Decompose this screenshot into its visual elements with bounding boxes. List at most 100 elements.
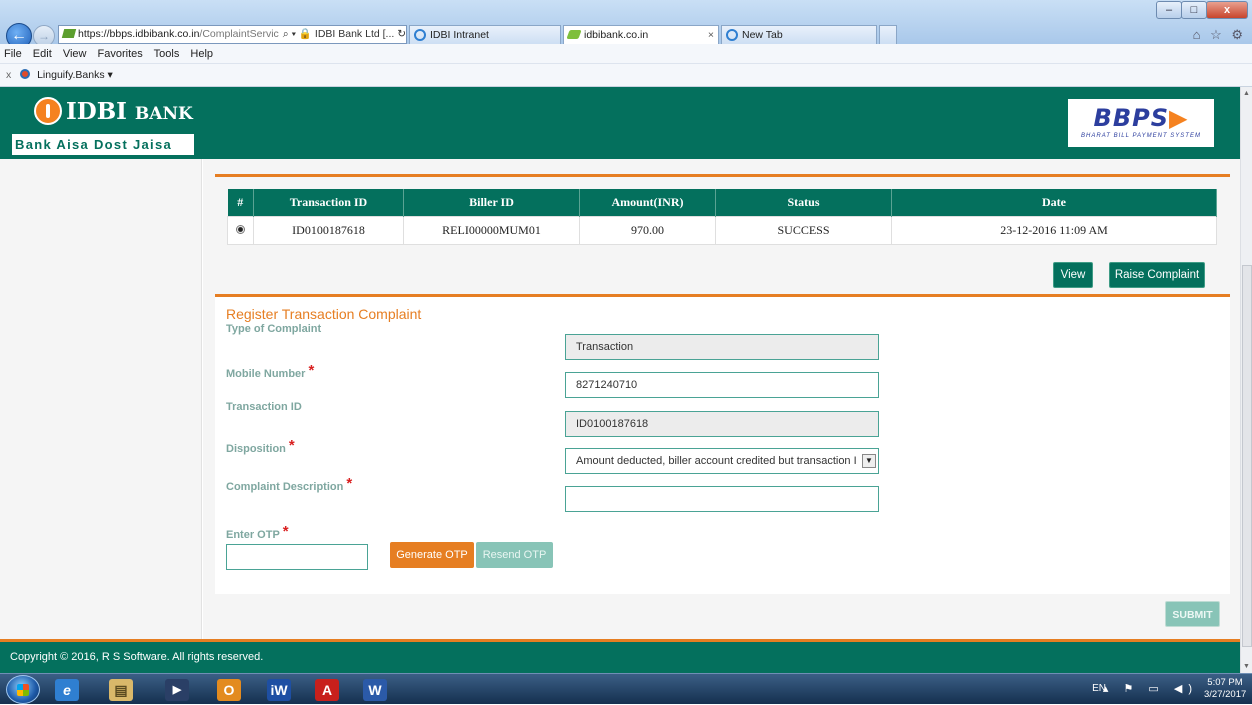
word-icon: W <box>363 679 387 701</box>
favorites-bar: x Linguify.Banks ▾ <box>0 64 1252 87</box>
bank-name-suffix: BANK <box>134 104 193 124</box>
bank-tagline: Bank Aisa Dost Jaisa <box>12 134 194 155</box>
col-status: Status <box>715 189 892 216</box>
otp-input[interactable] <box>226 544 368 570</box>
col-transaction-id: Transaction ID <box>253 189 404 216</box>
menu-tools[interactable]: Tools <box>154 48 180 60</box>
dropdown-arrow-icon[interactable]: ▼ <box>862 454 876 468</box>
scrollbar-thumb[interactable] <box>1242 265 1252 647</box>
bank-name: IDBI BANK <box>66 97 193 129</box>
transaction-id-field: ID0100187618 <box>565 411 879 437</box>
required-mark: * <box>346 475 353 492</box>
row-select-radio[interactable] <box>227 215 254 245</box>
type-of-complaint-label: Type of Complaint <box>226 323 322 335</box>
copyright-text: Copyright © 2016, R S Software. All righ… <box>10 651 264 663</box>
cell-date: 23-12-2016 11:09 AM <box>891 215 1217 245</box>
page-viewport: IDBI BANK Bank Aisa Dost Jaisa BBPS▶ BHA… <box>0 87 1240 673</box>
resend-otp-button[interactable]: Resend OTP <box>476 542 553 568</box>
cell-amount: 970.00 <box>579 215 716 245</box>
site-leaf-icon <box>566 30 582 39</box>
mobile-number-label: Mobile Number * <box>226 362 314 380</box>
close-window-button[interactable]: x <box>1206 1 1248 19</box>
minimize-button[interactable]: – <box>1156 1 1182 19</box>
taskbar-word[interactable]: W <box>354 677 396 703</box>
internet-explorer-icon: e <box>55 679 79 701</box>
table-row[interactable]: ID0100187618 RELI00000MUM01 970.00 SUCCE… <box>227 215 1217 245</box>
generate-otp-button[interactable]: Generate OTP <box>390 542 474 568</box>
acrobat-icon: A <box>315 679 339 701</box>
tab-idbi-intranet[interactable]: IDBI Intranet <box>409 25 561 44</box>
maximize-button[interactable]: □ <box>1181 1 1207 19</box>
page-scrollbar[interactable]: ▲ ▼ <box>1240 87 1252 673</box>
transaction-id-label: Transaction ID <box>226 401 302 413</box>
scroll-up-icon[interactable]: ▲ <box>1243 90 1250 97</box>
menu-edit[interactable]: Edit <box>33 48 52 60</box>
favorite-linguify[interactable]: Linguify.Banks ▾ <box>37 69 113 81</box>
menu-help[interactable]: Help <box>190 48 213 60</box>
tab-new-tab[interactable]: New Tab <box>721 25 877 44</box>
media-player-icon: ▶ <box>165 679 189 701</box>
site-header: IDBI BANK Bank Aisa Dost Jaisa BBPS▶ BHA… <box>0 87 1240 159</box>
ie-page-icon <box>414 29 426 41</box>
bbps-arrow-icon: ▶ <box>1169 104 1189 132</box>
cell-biller-id: RELI00000MUM01 <box>403 215 580 245</box>
taskbar-acrobat[interactable]: A <box>306 677 348 703</box>
iw-app-icon: iW <box>267 679 291 701</box>
clock-time: 5:07 PM <box>1207 677 1243 688</box>
menu-view[interactable]: View <box>63 48 87 60</box>
new-tab-button[interactable] <box>879 25 897 44</box>
address-bar[interactable]: https://bbps.idbibank.co.in/ComplaintSer… <box>58 25 407 44</box>
site-footer: Copyright © 2016, R S Software. All righ… <box>0 639 1240 673</box>
taskbar-media-player[interactable]: ▶ <box>156 677 198 703</box>
menu-favorites[interactable]: Favorites <box>98 48 143 60</box>
bbps-wordmark: BBPS <box>1093 104 1169 132</box>
taskbar-file-explorer[interactable]: ▤ <box>100 677 142 703</box>
transaction-results-panel: # Transaction ID Biller ID Amount(INR) S… <box>215 174 1230 288</box>
complaint-description-field[interactable] <box>565 486 879 512</box>
col-date: Date <box>891 189 1217 216</box>
close-favorites-icon[interactable]: x <box>6 69 11 81</box>
taskbar-outlook[interactable]: O <box>208 677 250 703</box>
cell-status: SUCCESS <box>715 215 892 245</box>
form-title: Register Transaction Complaint <box>226 306 422 322</box>
required-mark: * <box>288 437 295 454</box>
scroll-down-icon[interactable]: ▼ <box>1243 663 1250 670</box>
disposition-label-text: Disposition <box>226 443 286 455</box>
browser-titlebar: – □ x ← → https://bbps.idbibank.co.in/Co… <box>0 0 1252 49</box>
browser-toolbar-icons[interactable]: ⌂ ☆ ⚙ <box>1193 27 1246 43</box>
left-sidebar <box>0 159 202 639</box>
folder-icon: ▤ <box>109 679 133 701</box>
disposition-select[interactable]: Amount deducted, biller account credited… <box>565 448 879 474</box>
complaint-description-label-text: Complaint Description <box>226 481 344 493</box>
tray-icons[interactable]: ▴ ⚑ ▭ ◀) <box>1103 682 1198 695</box>
tab-close-icon[interactable]: × <box>708 26 714 44</box>
menu-bar: File Edit View Favorites Tools Help <box>0 44 1252 64</box>
tab-idbibank[interactable]: idbibank.co.in × <box>563 25 719 44</box>
idbi-logo[interactable]: IDBI BANK Bank Aisa Dost Jaisa <box>12 97 196 157</box>
bbps-subtitle: BHARAT BILL PAYMENT SYSTEM <box>1081 133 1201 139</box>
window-controls: – □ x <box>1156 1 1248 19</box>
system-tray: EN ▴ ⚑ ▭ ◀) 5:07 PM 3/27/2017 <box>986 674 1246 705</box>
outlook-icon: O <box>217 679 241 701</box>
mobile-number-field[interactable]: 8271240710 <box>565 372 879 398</box>
taskbar-internet-explorer[interactable]: e <box>46 677 88 703</box>
transaction-table: # Transaction ID Biller ID Amount(INR) S… <box>227 189 1217 245</box>
cell-transaction-id: ID0100187618 <box>253 215 404 245</box>
taskbar-iw-app[interactable]: iW <box>258 677 300 703</box>
disposition-label: Disposition * <box>226 437 295 455</box>
required-mark: * <box>282 523 289 540</box>
menu-file[interactable]: File <box>4 48 22 60</box>
clock[interactable]: 5:07 PM 3/27/2017 <box>1204 677 1246 701</box>
col-amount: Amount(INR) <box>579 189 716 216</box>
forward-arrow-icon: → <box>38 29 50 43</box>
start-button[interactable] <box>6 675 40 704</box>
main-content: # Transaction ID Biller ID Amount(INR) S… <box>203 159 1240 639</box>
address-controls[interactable]: ⌕ ▾ 🔒 IDBI Bank Ltd [... ↻ ✕ <box>283 28 406 40</box>
complaint-description-label: Complaint Description * <box>226 475 352 493</box>
raise-complaint-button[interactable]: Raise Complaint <box>1109 262 1205 288</box>
bbps-logo: BBPS▶ BHARAT BILL PAYMENT SYSTEM <box>1068 99 1214 147</box>
view-button[interactable]: View <box>1053 262 1093 288</box>
address-path: /ComplaintServic <box>199 28 279 40</box>
clock-date: 3/27/2017 <box>1204 689 1247 700</box>
submit-button[interactable]: SUBMIT <box>1165 601 1220 627</box>
